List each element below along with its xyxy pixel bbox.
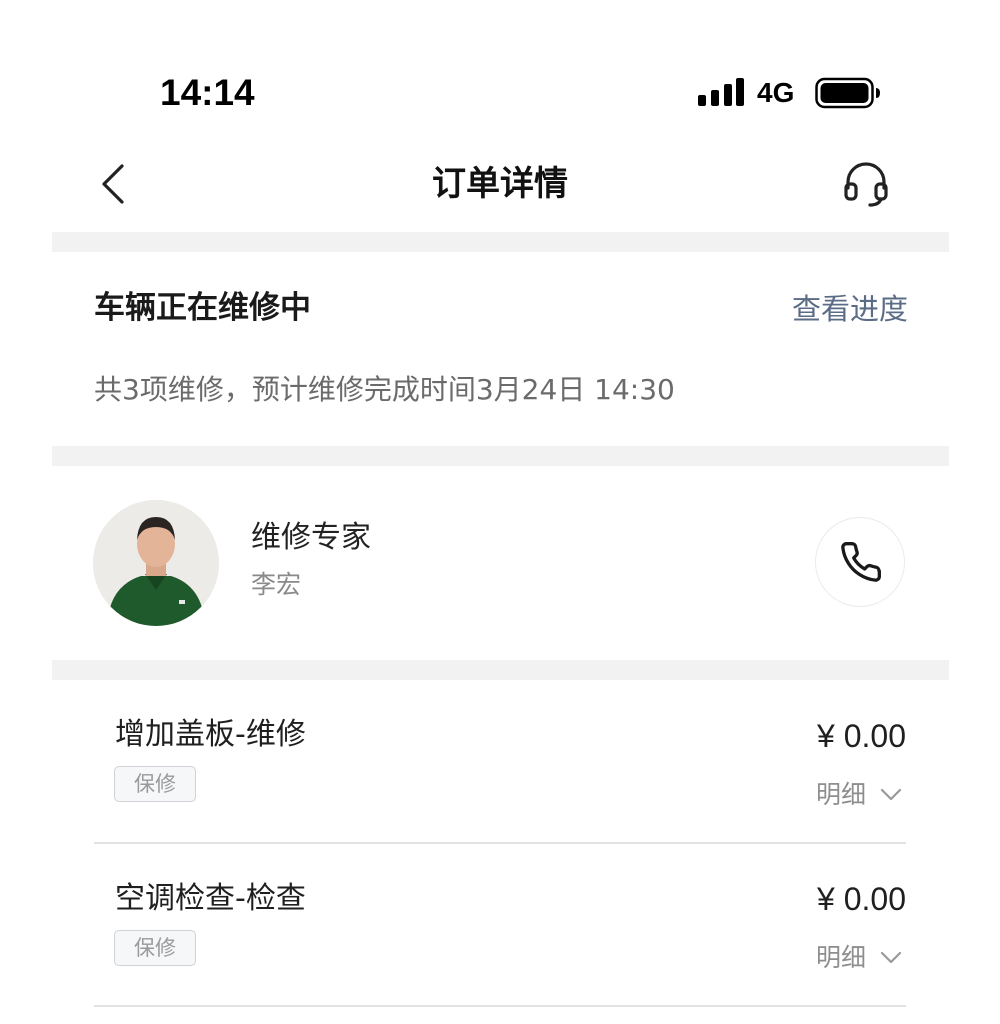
headset-icon — [844, 162, 888, 207]
row-divider — [94, 1005, 906, 1007]
customer-service-button[interactable] — [838, 158, 894, 210]
expert-role: 维修专家 — [251, 520, 371, 555]
status-time: 14:14 — [160, 72, 255, 113]
view-progress-link[interactable]: 查看进度 — [760, 287, 908, 331]
chevron-down-icon — [880, 788, 902, 801]
detail-label: 明细 — [816, 943, 867, 972]
detail-label: 明细 — [816, 780, 867, 809]
section-divider — [52, 232, 949, 252]
repair-item-name: 增加盖板-维修 — [115, 717, 306, 752]
repair-status-title: 车辆正在维修中 — [94, 290, 311, 326]
item-detail-toggle[interactable]: 明细 — [780, 938, 904, 978]
network-type: 4G — [757, 77, 795, 108]
section-divider — [52, 660, 949, 680]
repair-item-name: 空调检查-检查 — [115, 881, 306, 916]
section-divider — [52, 446, 949, 466]
repair-item-price: ¥ 0.00 — [817, 718, 906, 754]
repair-item-price: ¥ 0.00 — [817, 881, 906, 917]
call-expert-button[interactable] — [815, 517, 905, 607]
phone-icon — [841, 542, 881, 582]
item-detail-toggle[interactable]: 明细 — [780, 775, 904, 815]
chevron-down-icon — [880, 951, 902, 964]
repair-status-description: 共3项维修，预计维修完成时间3月24日 14:30 — [94, 373, 675, 406]
row-divider — [94, 842, 906, 844]
warranty-tag: 保修 — [114, 930, 196, 966]
chevron-left-icon — [102, 164, 124, 204]
expert-name: 李宏 — [251, 570, 302, 599]
expert-avatar — [93, 500, 219, 626]
back-button[interactable] — [92, 158, 142, 210]
battery-full-icon — [815, 77, 881, 109]
page-title: 订单详情 — [432, 164, 568, 204]
warranty-tag: 保修 — [114, 766, 196, 802]
signal-bars-icon — [698, 78, 746, 106]
